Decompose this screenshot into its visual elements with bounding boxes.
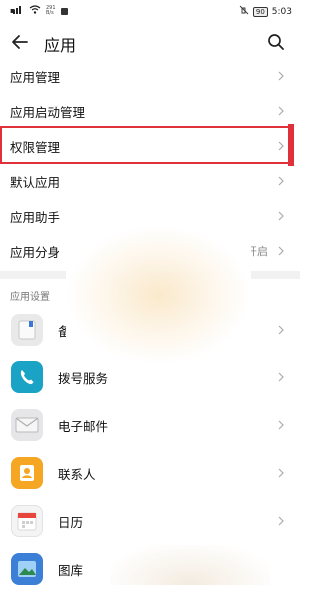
app-item-calendar[interactable]: 日历	[0, 497, 300, 545]
blurred-overlay	[66, 225, 251, 365]
wifi-icon	[29, 5, 41, 17]
blurred-overlay	[110, 545, 270, 585]
app-item-label: 图库	[58, 562, 84, 578]
memo-icon	[11, 314, 43, 346]
app-item-contacts[interactable]: 联系人	[0, 449, 300, 497]
menu-item-label: 默认应用	[10, 174, 61, 190]
app-item-email[interactable]: 电子邮件	[0, 401, 300, 449]
chevron-right-icon	[276, 211, 286, 221]
gallery-icon	[11, 553, 43, 585]
app-item-label: 联系人	[58, 466, 96, 482]
menu-item-label: 应用分身	[10, 244, 61, 260]
highlight-marker	[288, 124, 294, 166]
app-item-label: 电子邮件	[58, 418, 109, 434]
chevron-right-icon	[276, 71, 286, 81]
clock: 5:03	[271, 6, 292, 17]
menu-item-default-apps[interactable]: 默认应用	[0, 164, 300, 198]
network-speed: 291 B/s	[46, 5, 56, 16]
menu-item-label: 应用助手	[10, 209, 61, 225]
highlight-frame	[0, 126, 292, 164]
chevron-right-icon	[276, 372, 286, 382]
chevron-right-icon	[276, 106, 286, 116]
chevron-right-icon	[276, 516, 286, 526]
chevron-right-icon	[276, 420, 286, 430]
calendar-icon	[11, 505, 43, 537]
app-item-label: 拨号服务	[58, 370, 109, 386]
back-arrow-icon[interactable]	[8, 30, 32, 54]
app-item-label: 日历	[58, 514, 84, 530]
page-title: 应用	[44, 36, 77, 55]
signal-icon: ▪	[10, 5, 24, 17]
search-icon[interactable]	[264, 30, 288, 54]
chevron-right-icon	[276, 325, 286, 335]
menu-item-app-management[interactable]: 应用管理	[0, 59, 300, 93]
chevron-right-icon	[276, 176, 286, 186]
contacts-icon	[11, 457, 43, 489]
chevron-right-icon	[276, 468, 286, 478]
menu-item-app-launch[interactable]: 应用启动管理	[0, 94, 300, 128]
section-title: 应用设置	[10, 292, 50, 303]
email-icon	[11, 409, 43, 441]
notification-icon	[60, 7, 68, 15]
status-bar: ▪ 291 B/s 90 5:03	[0, 0, 300, 22]
battery-icon: 90	[252, 6, 268, 17]
menu-item-label: 应用启动管理	[10, 104, 86, 120]
menu-item-label: 应用管理	[10, 69, 61, 85]
phone-icon	[11, 361, 43, 393]
app-bar: 应用	[0, 22, 300, 62]
chevron-right-icon	[276, 246, 286, 256]
mute-icon	[239, 5, 249, 18]
